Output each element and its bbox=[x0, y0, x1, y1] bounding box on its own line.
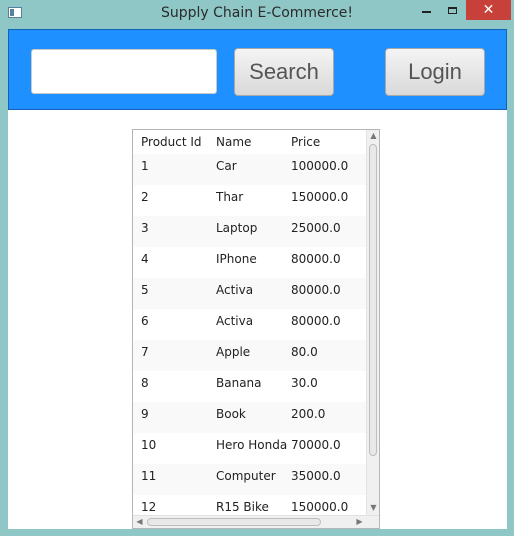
cell-product-id: 6 bbox=[141, 314, 149, 328]
cell-price: 30.0 bbox=[291, 376, 318, 390]
close-button[interactable]: ✕ bbox=[466, 0, 511, 20]
search-button[interactable]: Search bbox=[234, 48, 334, 96]
table-row[interactable]: 11 Computer 35000.0 bbox=[133, 464, 367, 495]
title-bar: Supply Chain E-Commerce! ✕ bbox=[0, 0, 514, 29]
cell-name: Banana bbox=[216, 376, 262, 390]
column-header-product-id[interactable]: Product Id bbox=[141, 135, 202, 149]
cell-name: Hero Honda bbox=[216, 438, 288, 452]
horizontal-scroll-thumb[interactable] bbox=[147, 518, 321, 526]
cell-product-id: 2 bbox=[141, 190, 149, 204]
vertical-scrollbar[interactable]: ▲ ▼ bbox=[366, 130, 379, 515]
minimize-icon bbox=[421, 11, 431, 13]
cell-product-id: 7 bbox=[141, 345, 149, 359]
close-icon: ✕ bbox=[482, 2, 495, 18]
cell-name: Car bbox=[216, 159, 237, 173]
cell-product-id: 8 bbox=[141, 376, 149, 390]
table-row[interactable]: 9 Book 200.0 bbox=[133, 402, 367, 433]
cell-name: Apple bbox=[216, 345, 251, 359]
search-input[interactable] bbox=[31, 49, 217, 94]
scroll-up-icon[interactable]: ▲ bbox=[367, 131, 379, 140]
cell-name: IPhone bbox=[216, 252, 257, 266]
column-header-name[interactable]: Name bbox=[216, 135, 251, 149]
login-button[interactable]: Login bbox=[385, 48, 485, 96]
cell-price: 80.0 bbox=[291, 345, 318, 359]
scroll-right-icon[interactable]: ▶ bbox=[353, 517, 366, 526]
product-table[interactable]: Product Id Name Price 1 Car 100000.0 2 Thar 1… bbox=[132, 129, 380, 529]
scroll-down-icon[interactable]: ▼ bbox=[367, 503, 379, 512]
cell-price: 25000.0 bbox=[291, 221, 341, 235]
table-body: 1 Car 100000.0 2 Thar 150000.0 3 Laptop 25000.0 4… bbox=[133, 154, 367, 526]
cell-product-id: 3 bbox=[141, 221, 149, 235]
horizontal-scrollbar[interactable]: ◀ ▶ bbox=[133, 515, 379, 528]
table-row[interactable]: 5 Activa 80000.0 bbox=[133, 278, 367, 309]
client-area: Search Login Product Id Name Price 1 Car 1… bbox=[8, 29, 507, 529]
table-row[interactable]: 6 Activa 80000.0 bbox=[133, 309, 367, 340]
cell-price: 200.0 bbox=[291, 407, 326, 421]
table-row[interactable]: 3 Laptop 25000.0 bbox=[133, 216, 367, 247]
table-row[interactable]: 1 Car 100000.0 bbox=[133, 154, 367, 185]
cell-name: Book bbox=[216, 407, 246, 421]
table-row[interactable]: 4 IPhone 80000.0 bbox=[133, 247, 367, 278]
toolbar: Search Login bbox=[8, 29, 507, 110]
maximize-icon bbox=[447, 6, 457, 14]
cell-product-id: 12 bbox=[141, 500, 157, 514]
column-header-price[interactable]: Price bbox=[291, 135, 320, 149]
vertical-scroll-thumb[interactable] bbox=[369, 144, 377, 456]
table-row[interactable]: 2 Thar 150000.0 bbox=[133, 185, 367, 216]
cell-name: R15 Bike bbox=[216, 500, 269, 514]
cell-price: 80000.0 bbox=[291, 314, 341, 328]
table-row[interactable]: 8 Banana 30.0 bbox=[133, 371, 367, 402]
cell-product-id: 4 bbox=[141, 252, 149, 266]
cell-product-id: 10 bbox=[141, 438, 157, 452]
cell-product-id: 9 bbox=[141, 407, 149, 421]
cell-product-id: 5 bbox=[141, 283, 149, 297]
cell-price: 80000.0 bbox=[291, 283, 341, 297]
cell-price: 35000.0 bbox=[291, 469, 341, 483]
cell-price: 100000.0 bbox=[291, 159, 349, 173]
table-header: Product Id Name Price bbox=[133, 130, 367, 154]
cell-name: Activa bbox=[216, 314, 254, 328]
scroll-left-icon[interactable]: ◀ bbox=[133, 517, 146, 526]
cell-product-id: 1 bbox=[141, 159, 149, 173]
cell-name: Thar bbox=[216, 190, 244, 204]
cell-price: 80000.0 bbox=[291, 252, 341, 266]
table-row[interactable]: 10 Hero Honda 70000.0 bbox=[133, 433, 367, 464]
cell-price: 150000.0 bbox=[291, 190, 349, 204]
cell-product-id: 11 bbox=[141, 469, 157, 483]
cell-price: 70000.0 bbox=[291, 438, 341, 452]
cell-price: 150000.0 bbox=[291, 500, 349, 514]
cell-name: Computer bbox=[216, 469, 276, 483]
maximize-button[interactable] bbox=[439, 0, 465, 20]
table-row[interactable]: 7 Apple 80.0 bbox=[133, 340, 367, 371]
cell-name: Laptop bbox=[216, 221, 258, 235]
minimize-button[interactable] bbox=[413, 0, 439, 20]
cell-name: Activa bbox=[216, 283, 254, 297]
